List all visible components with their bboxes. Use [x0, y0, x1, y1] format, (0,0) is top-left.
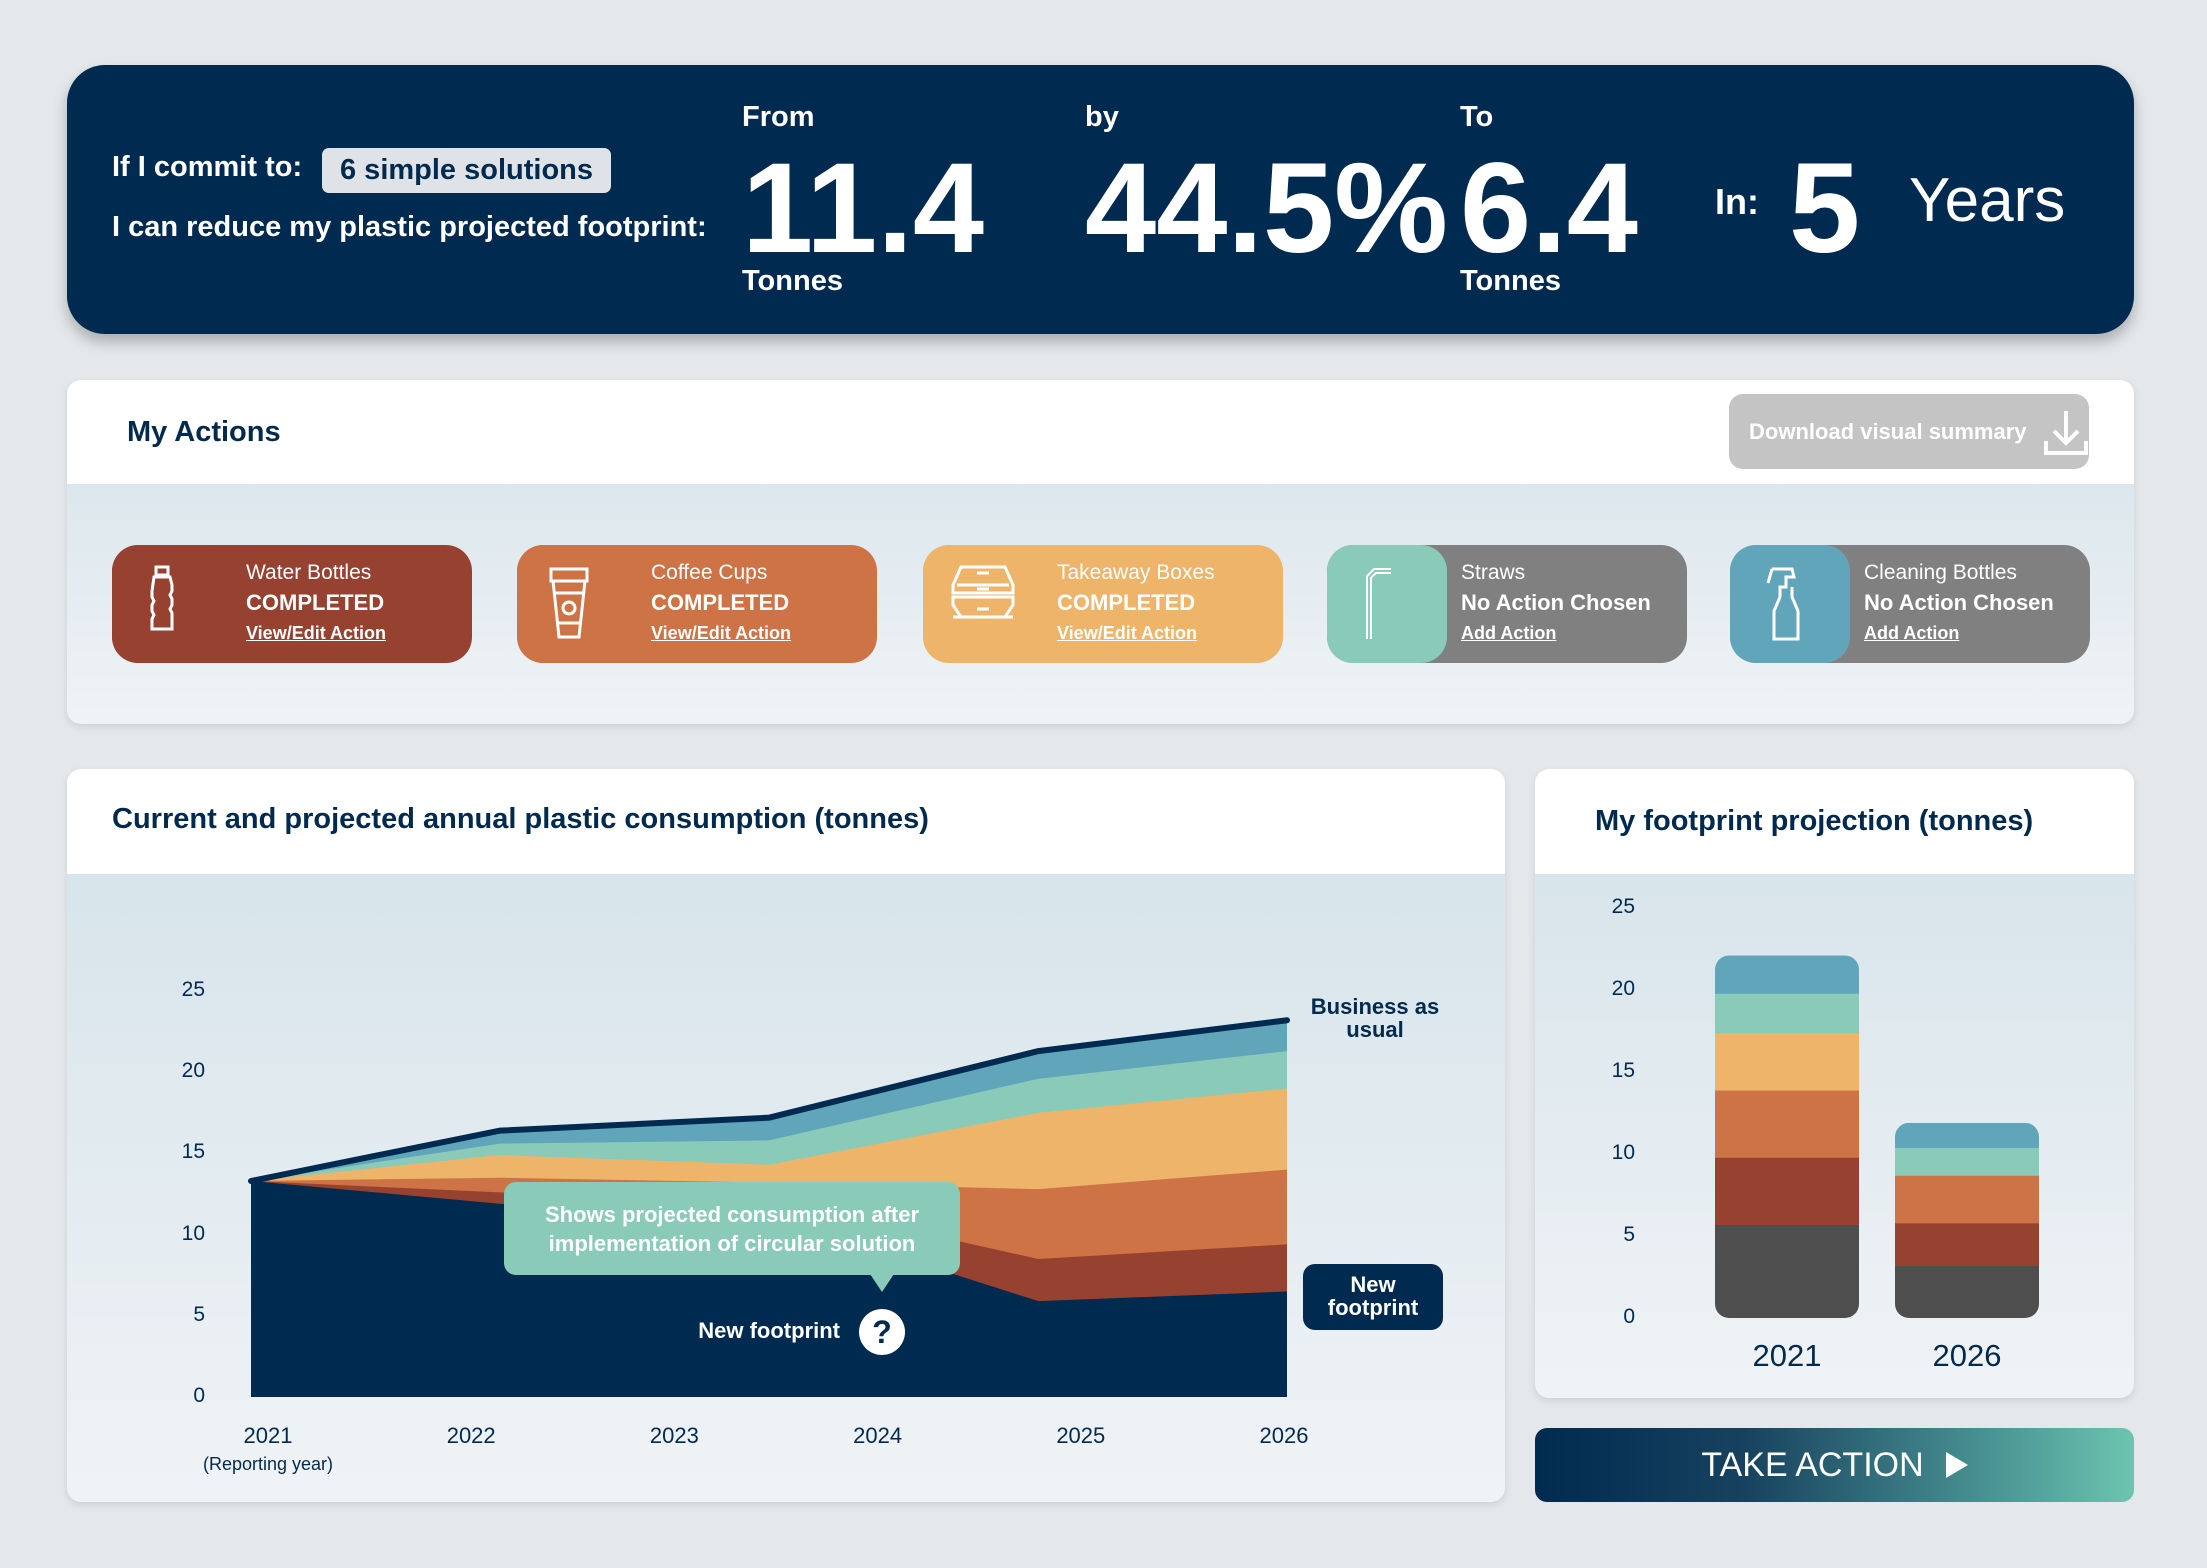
bar-category-label: 2021 [1752, 1338, 1822, 1373]
y-tick-label: 15 [1611, 1059, 1635, 1082]
bar-segment-2026-5 [1895, 1122, 2039, 1148]
y-tick-label: 25 [1611, 895, 1635, 918]
bar-segment-2021-0 [1715, 1224, 1859, 1318]
bar-segment-2021-5 [1715, 955, 1859, 994]
y-tick-label: 20 [1611, 977, 1635, 1000]
bar-segment-2026-4 [1895, 1147, 2039, 1176]
play-arrow-icon [1945, 1452, 1968, 1478]
footprint-bar-chart [1715, 955, 2039, 1318]
y-tick-label: 10 [1611, 1141, 1635, 1164]
bar-segment-2026-1 [1895, 1222, 2039, 1267]
y-tick-label: 5 [1623, 1223, 1635, 1246]
take-action-label: TAKE ACTION [1701, 1445, 1924, 1484]
bar-category-label: 2026 [1932, 1338, 2002, 1373]
bar-segment-2021-2 [1715, 1090, 1859, 1158]
bar-segment-2026-0 [1895, 1265, 2039, 1318]
take-action-button[interactable]: TAKE ACTION [1535, 1428, 2134, 1502]
bar-segment-2021-4 [1715, 993, 1859, 1034]
bar-segment-2021-3 [1715, 1032, 1859, 1091]
y-tick-label: 0 [1623, 1305, 1635, 1328]
bar-segment-2021-1 [1715, 1157, 1859, 1226]
bar-segment-2026-2 [1895, 1175, 2039, 1224]
